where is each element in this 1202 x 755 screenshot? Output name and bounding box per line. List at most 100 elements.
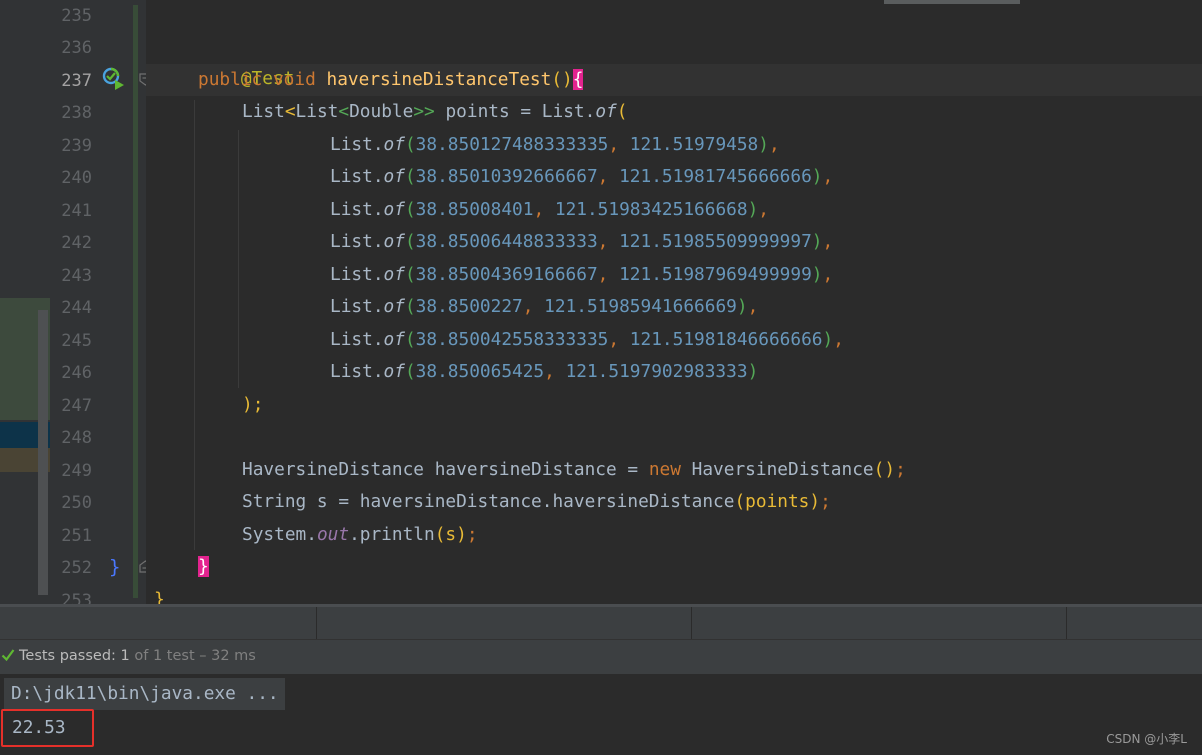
semicolon: ; [466, 524, 478, 545]
latitude-literal: 38.85004369166667 [415, 264, 598, 285]
code-token: haversineDistance = [424, 459, 649, 480]
code-line-250[interactable]: String s = haversineDistance.haversineDi… [242, 486, 831, 518]
tests-detail: of 1 test – 32 ms [134, 648, 256, 664]
code-line-249[interactable]: HaversineDistance haversineDistance = ne… [242, 454, 906, 486]
result-highlight-box [1, 709, 94, 747]
latitude-literal: 38.85006448833333 [415, 231, 598, 252]
longitude-literal: 121.51985509999997 [619, 231, 812, 252]
line-number-gutter: 235 236 237 238 239 240 241 242 243 244 … [50, 0, 146, 604]
generic-bracket: < [338, 101, 350, 122]
longitude-literal: 121.51979458 [629, 134, 759, 155]
code-token: System. [242, 524, 317, 545]
method-of: of [595, 101, 617, 122]
longitude-literal: 121.5197902983333 [565, 361, 748, 382]
left-scrollbar[interactable] [38, 310, 48, 595]
code-token: List. [330, 199, 384, 220]
line-number: 235 [61, 6, 92, 26]
line-number-active: 237 [61, 71, 92, 91]
code-line-246[interactable]: List.of(38.850065425, 121.5197902983333) [330, 356, 758, 388]
line-number: 253 [61, 591, 92, 604]
type-token: HaversineDistance [242, 459, 424, 480]
code-line-238[interactable]: List<List<Double>> points = List.of( [242, 96, 627, 128]
code-token: List. [330, 134, 384, 155]
code-line-244[interactable]: List.of(38.8500227, 121.51985941666669), [330, 291, 758, 323]
code-line-242[interactable]: List.of(38.85006448833333, 121.519855099… [330, 226, 833, 258]
type-token: List [242, 101, 285, 122]
generic-bracket: < [284, 101, 296, 122]
line-number: 239 [61, 136, 92, 156]
keyword-public: public [198, 69, 263, 90]
code-token: List. [330, 329, 384, 350]
latitude-literal: 38.850065425 [415, 361, 545, 382]
comma: , [768, 134, 780, 155]
code-editor[interactable]: @Test public void haversineDistanceTest(… [146, 0, 1202, 604]
comma: , [833, 329, 844, 350]
comma: , [822, 264, 834, 285]
code-token: List. [330, 166, 384, 187]
horizontal-scrollbar-thumb[interactable] [884, 0, 1020, 4]
paren: () [551, 69, 573, 90]
generic-bracket: >> [413, 101, 435, 122]
line-number: 238 [61, 103, 92, 123]
method-of: of [383, 134, 405, 155]
line-number: 246 [61, 363, 92, 383]
close-list-token: ); [242, 394, 264, 415]
latitude-literal: 38.850127488333335 [415, 134, 609, 155]
comma: , [747, 296, 759, 317]
code-line-243[interactable]: List.of(38.85004369166667, 121.519879694… [330, 259, 833, 291]
brace: } [154, 589, 165, 604]
code-token: String s = haversineDistance.haversineDi… [242, 491, 735, 512]
method-of: of [383, 329, 405, 350]
line-number: 245 [61, 331, 92, 351]
latitude-literal: 38.850042558333335 [415, 329, 609, 350]
method-call: .println [349, 524, 435, 545]
keyword-new: new [648, 459, 681, 480]
code-line-252[interactable]: } [198, 551, 209, 583]
indent-guide [238, 130, 239, 388]
argument-token: (points) [734, 491, 821, 512]
line-number: 249 [61, 461, 92, 481]
line-number: 243 [61, 266, 92, 286]
paren: ( [616, 101, 628, 122]
code-line-237[interactable]: public void haversineDistanceTest(){ [198, 64, 584, 96]
code-line-253[interactable]: } [154, 584, 165, 604]
code-token: List. [330, 231, 384, 252]
line-number: 242 [61, 233, 92, 253]
run-toolbar [0, 607, 1202, 640]
code-line-245[interactable]: List.of(38.850042558333335, 121.51981846… [330, 324, 844, 356]
longitude-literal: 121.51981745666666 [619, 166, 812, 187]
console-output[interactable]: D:\jdk11\bin\java.exe ... 22.53 [0, 674, 1202, 755]
code-token: List. [330, 361, 384, 382]
code-line-240[interactable]: List.of(38.85010392666667, 121.519817456… [330, 161, 833, 193]
method-of: of [383, 166, 405, 187]
longitude-literal: 121.51985941666669 [544, 296, 737, 317]
code-line-251[interactable]: System.out.println(s); [242, 519, 478, 551]
code-token: points = List. [434, 101, 596, 122]
tests-passed-count: 1 [120, 648, 130, 664]
longitude-literal: 121.51987969499999 [619, 264, 812, 285]
longitude-literal: 121.51983425166668 [554, 199, 748, 220]
indent-guide [194, 100, 195, 550]
toolbar-separator [691, 607, 692, 639]
keyword-void: void [272, 69, 316, 90]
latitude-literal: 38.85010392666667 [415, 166, 598, 187]
code-line-236[interactable]: @Test [198, 31, 295, 89]
constructor-token: HaversineDistance [680, 459, 874, 480]
latitude-literal: 38.8500227 [415, 296, 523, 317]
console-command-line[interactable]: D:\jdk11\bin\java.exe ... [4, 678, 285, 710]
code-line-239[interactable]: List.of(38.850127488333335, 121.51979458… [330, 129, 780, 161]
method-of: of [383, 296, 405, 317]
argument-token: (s) [434, 524, 467, 545]
run-test-icon[interactable] [102, 66, 126, 92]
watermark: CSDN @小李L [1106, 732, 1187, 746]
line-number: 247 [61, 396, 92, 416]
line-number: 236 [61, 38, 92, 58]
code-line-247[interactable]: ); [242, 389, 263, 421]
toolbar-separator [316, 607, 317, 639]
line-number: 248 [61, 428, 92, 448]
code-token: List. [330, 296, 384, 317]
code-line-241[interactable]: List.of(38.85008401, 121.51983425166668)… [330, 194, 769, 226]
method-of: of [383, 264, 405, 285]
class-close-brace: } [109, 556, 121, 578]
method-name: haversineDistanceTest [326, 69, 552, 90]
